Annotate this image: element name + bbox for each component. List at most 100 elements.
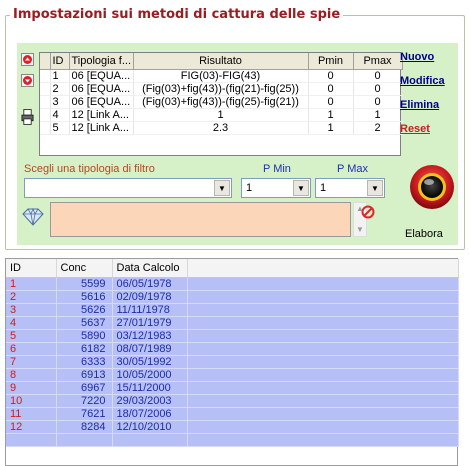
grid-cell-pmax: 0	[353, 69, 403, 83]
elabora-label: Elabora	[405, 228, 443, 240]
grid-cell-pmax: 0	[353, 82, 403, 96]
filter-type-label: Scegli una tipologia di filtro	[24, 163, 155, 175]
grid-cell-tipologia: 06 [EQUA...	[69, 82, 134, 96]
results-cell-data: 10/05/2000	[112, 368, 188, 382]
nuovo-button[interactable]: Nuovo	[400, 51, 434, 63]
scroll-down-icon[interactable]: ▼	[355, 225, 365, 235]
modifica-button[interactable]: Modifica	[400, 75, 445, 87]
results-cell-data: 29/03/2003	[112, 394, 188, 408]
grid-header-arrow	[40, 53, 51, 70]
grid-cell-pmax: 2	[353, 121, 403, 135]
grid-header-tipologia[interactable]: Tipologia f...	[69, 53, 134, 70]
grid-cell-id: 4	[50, 108, 70, 122]
grid-cell-pmax: 0	[353, 95, 403, 109]
results-table[interactable]: ID Conc Data Calcolo 1 5599 06/05/1978 2 56…	[5, 258, 459, 466]
results-cell-empty	[56, 433, 113, 447]
results-cell-id: 9	[6, 381, 57, 395]
results-cell-data: 03/12/1983	[112, 329, 188, 343]
pmin-label: P Min	[263, 163, 291, 175]
grid-row[interactable]: 2 06 [EQUA... (Fig(03)+fig(43))-(fig(21)…	[40, 82, 403, 96]
grid-header-id[interactable]: ID	[50, 53, 70, 70]
results-cell-conc: 8284	[56, 420, 113, 434]
results-cell-conc: 7220	[56, 394, 113, 408]
formula-textarea[interactable]	[50, 202, 351, 237]
grid-header-risultato[interactable]: Risultato	[133, 53, 309, 70]
results-cell-conc: 5599	[56, 277, 113, 291]
grid-cell-risultato: FIG(03)-FIG(43)	[133, 69, 309, 83]
results-cell-id: 12	[6, 420, 57, 434]
table-row[interactable]: 1 5599 06/05/1978	[6, 277, 459, 291]
chevron-down-icon[interactable]: ▼	[367, 180, 383, 196]
grid-cell-pmin: 0	[308, 69, 354, 83]
table-row[interactable]: 7 6333 30/05/1992	[6, 355, 459, 369]
results-cell-empty	[187, 433, 459, 447]
table-row[interactable]: 6 6182 08/07/1989	[6, 342, 459, 356]
table-row[interactable]: 8 6913 10/05/2000	[6, 368, 459, 382]
record-down-icon[interactable]	[21, 74, 34, 87]
results-cell-filler	[187, 355, 459, 369]
reset-button[interactable]: Reset	[400, 123, 430, 135]
diamond-icon	[21, 207, 45, 226]
cancel-icon[interactable]	[361, 205, 375, 219]
results-header-id[interactable]: ID	[6, 259, 57, 278]
pmin-value: 1	[246, 182, 253, 194]
results-cell-filler	[187, 303, 459, 317]
print-icon[interactable]	[21, 108, 34, 126]
results-cell-data: 15/11/2000	[112, 381, 188, 395]
row-selector[interactable]	[40, 95, 51, 109]
results-cell-id: 3	[6, 303, 57, 317]
elimina-button[interactable]: Elimina	[400, 99, 439, 111]
grid-cell-tipologia: 06 [EQUA...	[69, 95, 134, 109]
results-cell-filler	[187, 368, 459, 382]
table-row[interactable]: 4 5637 27/01/1979	[6, 316, 459, 330]
table-row[interactable]: 9 6967 15/11/2000	[6, 381, 459, 395]
results-header-data[interactable]: Data Calcolo	[112, 259, 188, 278]
row-selector[interactable]	[40, 82, 51, 96]
chevron-down-icon[interactable]: ▼	[214, 180, 230, 196]
pmin-select[interactable]: 1 ▼	[241, 178, 311, 198]
grid-header-pmin[interactable]: Pmin	[308, 53, 354, 70]
grid-row[interactable]: 4 12 [Link A... 1 1 1	[40, 108, 403, 122]
table-row[interactable]: 10 7220 29/03/2003	[6, 394, 459, 408]
filter-type-select[interactable]: ▼	[24, 178, 232, 198]
results-cell-id: 4	[6, 316, 57, 330]
row-selector[interactable]	[40, 69, 51, 83]
results-header-conc[interactable]: Conc	[56, 259, 113, 278]
results-cell-conc: 5616	[56, 290, 113, 304]
grid-cell-risultato: (Fig(03)+fig(43))-(fig(21)-fig(25))	[133, 82, 309, 96]
table-row[interactable]: 12 8284 12/10/2010	[6, 420, 459, 434]
results-cell-id: 11	[6, 407, 57, 421]
results-cell-data: 02/09/1978	[112, 290, 188, 304]
results-cell-filler	[187, 342, 459, 356]
record-up-icon[interactable]	[21, 53, 34, 66]
grid-cell-id: 3	[50, 95, 70, 109]
grid-cell-pmax: 1	[353, 108, 403, 122]
results-cell-id: 8	[6, 368, 57, 382]
row-selector[interactable]	[40, 108, 51, 122]
elabora-button[interactable]	[409, 163, 455, 215]
results-cell-filler	[187, 420, 459, 434]
filters-grid[interactable]: ID Tipologia f... Risultato Pmin Pmax 1 …	[39, 52, 403, 156]
grid-cell-pmin: 1	[308, 108, 354, 122]
results-cell-conc: 6913	[56, 368, 113, 382]
results-cell-data: 06/05/1978	[112, 277, 188, 291]
pmax-label: P Max	[337, 163, 368, 175]
grid-header-pmax[interactable]: Pmax	[353, 53, 403, 70]
table-row[interactable]: 11 7621 18/07/2006	[6, 407, 459, 421]
table-row[interactable]: 2 5616 02/09/1978	[6, 290, 459, 304]
row-selector[interactable]	[40, 121, 51, 135]
pmax-select[interactable]: 1 ▼	[315, 178, 385, 198]
chevron-down-icon[interactable]: ▼	[293, 180, 309, 196]
grid-cell-id: 5	[50, 121, 70, 135]
results-cell-data: 18/07/2006	[112, 407, 188, 421]
grid-row[interactable]: 1 06 [EQUA... FIG(03)-FIG(43) 0 0	[40, 69, 403, 83]
grid-row[interactable]: 3 06 [EQUA... (Fig(03)+fig(43))-(fig(25)…	[40, 95, 403, 109]
results-cell-id: 6	[6, 342, 57, 356]
results-cell-conc: 7621	[56, 407, 113, 421]
table-row[interactable]: 3 5626 11/11/1978	[6, 303, 459, 317]
results-cell-data: 08/07/1989	[112, 342, 188, 356]
grid-row[interactable]: 5 12 [Link A... 2.3 1 2	[40, 121, 403, 135]
results-cell-conc: 6333	[56, 355, 113, 369]
table-row[interactable]: 5 5890 03/12/1983	[6, 329, 459, 343]
results-cell-id: 5	[6, 329, 57, 343]
